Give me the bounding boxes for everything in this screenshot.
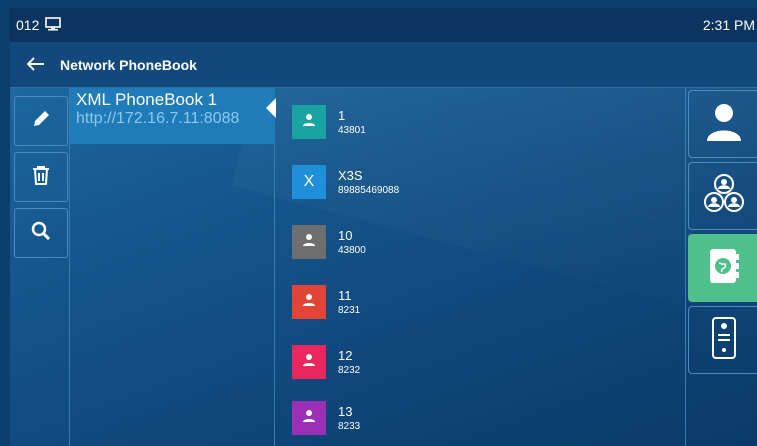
contact-number: 89885469088 [338,185,400,196]
contact-name: 13 [338,404,353,419]
person-icon [302,293,316,312]
contact-avatar [292,225,326,259]
tab-door-phone[interactable] [688,306,757,374]
contact-number: 8232 [338,365,361,376]
contact-item[interactable]: X X3S 89885469088 [292,154,672,210]
contact-name: X3S [338,168,363,183]
group-icon [703,173,745,220]
contact-number: 43800 [338,245,366,256]
phone-screen: 012 2:31 PM Network PhoneBook XML PhoneB… [10,8,757,446]
person-icon [302,113,316,132]
network-phonebook-icon [707,246,741,291]
contact-item[interactable]: 12 8232 [292,334,672,390]
group-name: XML PhoneBook 1 [76,90,218,109]
contact-number: 8233 [338,421,361,432]
title-bar: Network PhoneBook [10,42,757,88]
contact-item[interactable]: 10 43800 [292,214,672,270]
door-phone-icon [711,316,737,365]
pencil-icon [31,109,51,134]
tab-groups[interactable] [688,162,757,230]
contact-name: 12 [338,348,353,363]
group-item-xml-phonebook[interactable]: XML PhoneBook 1 http://172.16.7.11:8088 [70,88,276,144]
page-title: Network PhoneBook [60,56,197,73]
trash-icon [32,165,50,190]
search-button[interactable] [14,208,68,258]
person-icon [705,101,743,148]
contact-name: 11 [338,288,352,303]
phonebook-group-list: XML PhoneBook 1 http://172.16.7.11:8088 [70,88,276,446]
person-icon [302,233,316,252]
contact-item[interactable]: 11 8231 [292,274,672,330]
contact-avatar [292,345,326,379]
directory-tabs [685,88,757,446]
contact-avatar: X [292,165,326,199]
contact-avatar [292,401,326,435]
tab-network-phonebook[interactable] [688,234,757,302]
arrow-left-icon [25,52,45,78]
contact-number: 8231 [338,305,361,316]
contact-item[interactable]: 13 8233 [292,390,672,446]
tool-column [10,88,70,446]
contact-name: 1 [338,108,346,123]
tab-local-directory[interactable] [688,90,757,158]
network-icon [45,16,62,34]
clock: 2:31 PM [702,17,755,33]
delete-button[interactable] [14,152,68,202]
contact-avatar [292,105,326,139]
contact-list: 1 43801 X X3S 89885469088 10 43800 11 82… [275,88,685,446]
edit-button[interactable] [14,96,68,146]
contact-avatar [292,285,326,319]
contact-initial: X [303,173,315,190]
person-icon [302,409,316,428]
contact-name: 10 [338,228,353,243]
search-icon [31,221,51,246]
contact-item[interactable]: 1 43801 [292,94,672,150]
group-url: http://172.16.7.11:8088 [76,110,240,127]
person-icon [302,353,316,372]
contact-number: 43801 [338,125,366,136]
back-button[interactable] [10,42,60,88]
extension-label: 012 [16,17,40,33]
status-bar: 012 2:31 PM [10,8,757,42]
